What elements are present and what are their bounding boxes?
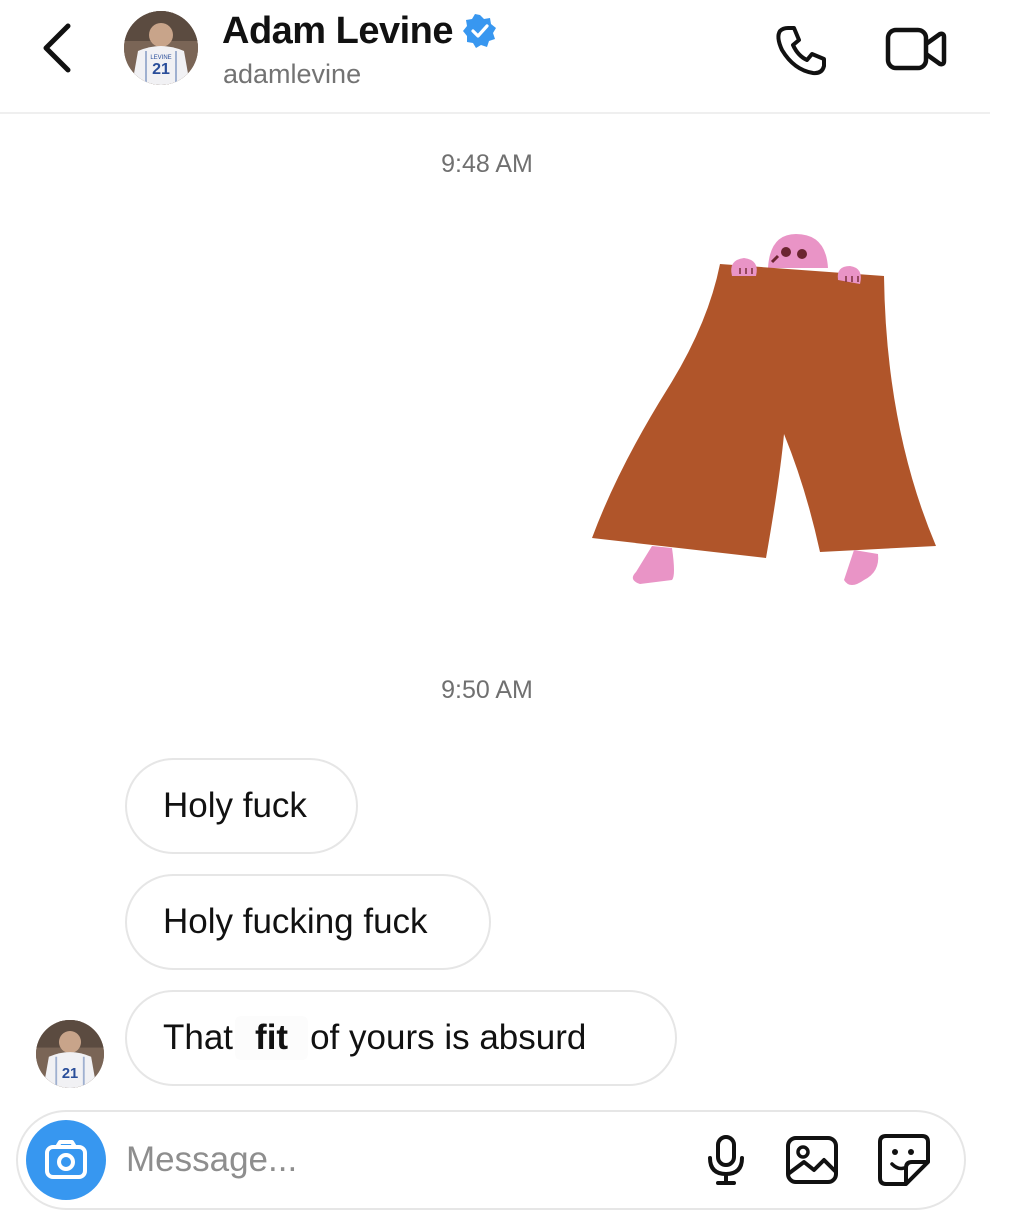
video-camera-icon (885, 27, 947, 71)
video-call-button[interactable] (884, 22, 948, 76)
back-button[interactable] (36, 22, 80, 74)
contact-display-name: Adam Levine (222, 9, 454, 52)
message-text: Holy fuck (163, 786, 307, 825)
message-timestamp: 9:50 AM (441, 676, 533, 704)
message-timestamp: 9:48 AM (441, 150, 533, 178)
jersey-number: 21 (152, 61, 170, 78)
pants-character-sticker[interactable] (588, 228, 940, 596)
received-message-bubble[interactable]: Holy fuck (125, 758, 358, 854)
avatar-photo: 21 (36, 1020, 104, 1088)
phone-icon (776, 26, 826, 76)
sender-avatar[interactable]: 21 (36, 1020, 104, 1088)
microphone-icon (708, 1135, 744, 1185)
sticker-image (592, 234, 936, 585)
back-chevron-icon (43, 23, 71, 73)
voice-call-button[interactable] (772, 22, 830, 80)
message-composer (16, 1110, 966, 1210)
gallery-icon (786, 1136, 838, 1184)
message-text-after: of yours is absurd (310, 1018, 587, 1057)
chat-header: 21 LEVINE Adam Levine adamlevine (0, 0, 990, 114)
camera-icon (45, 1140, 87, 1179)
message-text-highlight: fit (235, 1016, 309, 1060)
camera-button[interactable] (26, 1120, 106, 1200)
jersey-text: LEVINE (150, 55, 171, 61)
received-message-bubble[interactable]: That fit of yours is absurd (125, 990, 677, 1086)
avatar[interactable]: 21 LEVINE (124, 11, 198, 85)
gallery-button[interactable] (784, 1132, 840, 1188)
received-message-bubble[interactable]: Holy fucking fuck (125, 874, 491, 970)
contact-username: adamlevine (223, 59, 362, 89)
message-input[interactable] (126, 1132, 686, 1188)
voice-message-button[interactable] (698, 1132, 754, 1188)
jersey-number: 21 (62, 1066, 78, 1082)
message-text: Holy fucking fuck (163, 902, 428, 941)
sticker-button[interactable] (876, 1132, 932, 1188)
verified-badge-icon (463, 14, 497, 48)
contact-name-row[interactable]: Adam Levine (222, 8, 497, 54)
message-text-before: That (163, 1018, 234, 1057)
sticker-icon (878, 1134, 930, 1186)
avatar-photo: 21 LEVINE (124, 11, 198, 85)
